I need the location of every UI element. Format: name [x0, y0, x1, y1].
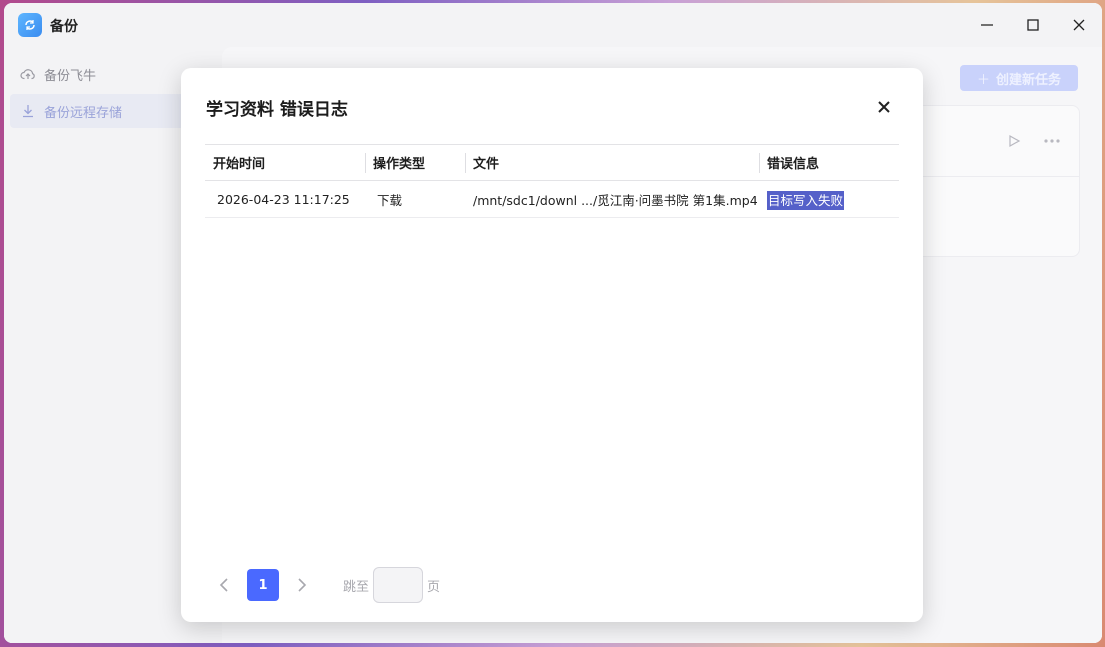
error-message[interactable]: 目标写入失败 [767, 190, 845, 210]
column-header-error[interactable]: 错误信息 [759, 144, 899, 181]
pagination: 1 跳至 页 [211, 567, 441, 603]
jump-to-label: 跳至 [343, 579, 370, 595]
table-header-row: 开始时间 操作类型 文件 错误信息 [205, 144, 899, 181]
column-header-start-time[interactable]: 开始时间 [205, 144, 365, 181]
chevron-left-icon [219, 578, 228, 592]
cell-file: /mnt/sdc1/downl .../觅江南·问墨书院 第1集.mp4 [465, 180, 759, 218]
dialog-title: 学习资料 错误日志 [206, 100, 348, 120]
cell-error: 目标写入失败 [759, 180, 899, 218]
table-row[interactable]: 2026-04-23 11:17:25 下载 /mnt/sdc1/downl .… [205, 180, 899, 218]
prev-page-button[interactable] [211, 568, 237, 602]
cell-op-type: 下载 [365, 180, 465, 218]
cell-start-time: 2026-04-23 11:17:25 [205, 180, 365, 218]
page-number-button[interactable]: 1 [247, 569, 279, 601]
close-icon [878, 101, 890, 113]
next-page-button[interactable] [289, 568, 315, 602]
error-log-table: 开始时间 操作类型 文件 错误信息 2026-04-23 11:17:25 下载… [205, 144, 899, 218]
column-header-op-type[interactable]: 操作类型 [365, 144, 465, 181]
column-header-file[interactable]: 文件 [465, 144, 759, 181]
page-suffix-label: 页 [427, 579, 441, 595]
jump-page-input[interactable] [373, 567, 424, 603]
error-log-dialog: 学习资料 错误日志 开始时间 操作类型 文件 错误信息 2026-04-23 1… [181, 68, 923, 622]
chevron-right-icon [298, 578, 307, 592]
dialog-close-button[interactable] [873, 96, 895, 118]
